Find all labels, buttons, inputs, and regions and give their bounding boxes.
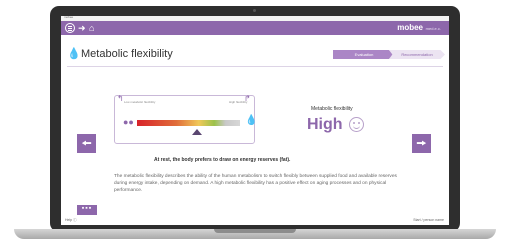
result-description: The metabolic flexibility describes the …	[114, 174, 397, 193]
home-icon[interactable]: ⌂	[89, 22, 94, 34]
app-screen: mobee ➜ ⌂ mobee med.e.c. 💧 Metabolic fle…	[61, 16, 449, 225]
menu-button[interactable]	[65, 23, 75, 33]
divider	[67, 66, 443, 67]
drop-icon: 💧	[67, 48, 81, 60]
brand-logo: mobee	[397, 23, 423, 32]
result-label: Metabolic flexibility	[311, 106, 353, 112]
result-statement: At rest, the body prefers to draw on ene…	[154, 157, 291, 163]
step-evaluation[interactable]: Evaluation	[333, 50, 395, 59]
window-title: mobee	[64, 16, 74, 19]
carbohydrate-icon: ●●	[123, 117, 134, 127]
gauge-pointer	[191, 129, 202, 135]
top-bar: ➜ ⌂ mobee med.e.c.	[61, 21, 449, 35]
gauge-high-label: High flexibility	[229, 100, 248, 104]
flexibility-gradient-bar	[137, 120, 240, 126]
corner-arrow-left-icon: ↰	[117, 94, 124, 103]
arrow-left-icon[interactable]: ➜	[78, 22, 86, 34]
smiley-icon	[349, 117, 364, 132]
more-button[interactable]: ▪▪▪	[77, 205, 97, 215]
laptop-notch	[214, 229, 296, 233]
result-value: High	[307, 116, 343, 133]
user-info: Start / person name	[413, 218, 444, 222]
step-recommendation[interactable]: Recommendation	[389, 50, 445, 59]
page-title: Metabolic flexibility	[81, 48, 173, 60]
fat-drop-icon: 💧	[245, 115, 258, 126]
help-link[interactable]: Help ⓘ	[65, 218, 77, 223]
gauge-low-label: Low metabolic flexibility	[124, 100, 156, 104]
previous-button[interactable]: 🠘	[77, 134, 96, 153]
brand-subtitle: med.e.c.	[425, 26, 441, 31]
next-button[interactable]: 🠚	[412, 134, 431, 153]
camera-dot	[253, 9, 256, 12]
